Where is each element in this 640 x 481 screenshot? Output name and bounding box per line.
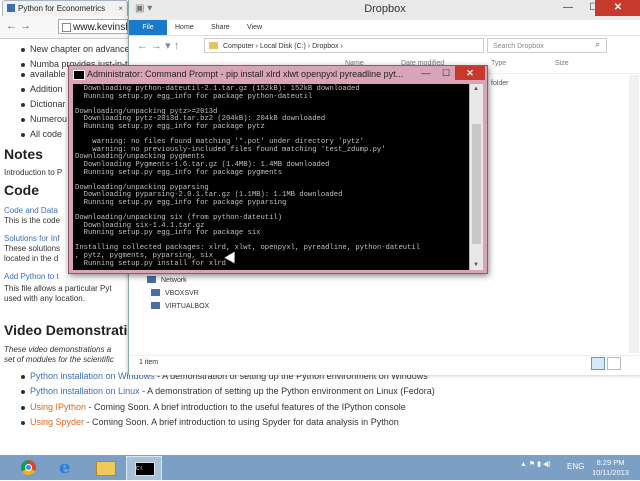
page-favicon-icon	[7, 4, 15, 12]
video-intro: set of modules for the scientific	[4, 355, 114, 364]
column-type[interactable]: Type	[491, 60, 506, 67]
back-forward-icon[interactable]: ← →	[6, 20, 31, 32]
tree-item-virtualbox[interactable]: VIRTUALBOX	[151, 302, 209, 310]
chrome-icon	[21, 460, 36, 475]
solutions-link[interactable]: Solutions for Inf	[4, 234, 60, 243]
code-text: This is the code	[4, 216, 61, 225]
search-input[interactable]: Search Dropbox	[487, 38, 607, 53]
solutions-text: These solutions	[4, 244, 61, 253]
language-indicator[interactable]: ENG	[567, 462, 584, 471]
clock-date: 10/11/2013	[592, 468, 629, 477]
video-desc: - Coming Soon. A brief introduction to t…	[86, 402, 406, 412]
command-prompt-icon: C:\	[135, 462, 155, 476]
console-icon[interactable]	[73, 70, 85, 80]
taskbar-file-explorer[interactable]	[88, 456, 122, 479]
command-prompt-window: Administrator: Command Prompt - pip inst…	[68, 65, 488, 274]
scrollbar[interactable]	[629, 75, 639, 353]
solutions-text: located in the d	[4, 254, 59, 263]
close-button[interactable]: ✕	[595, 0, 640, 16]
video-heading: Video Demonstration	[4, 322, 145, 338]
add-path-text: This file allows a particular Pyt	[4, 284, 112, 293]
cmd-title: Administrator: Command Prompt - pip inst…	[87, 69, 404, 79]
address-bar-url: www.kevinsheppard.com	[73, 22, 127, 33]
path-breadcrumb[interactable]: Computer › Local Disk (C:) › Dropbox ›	[204, 38, 484, 53]
list-item: New chapter on advanced	[21, 44, 135, 54]
path-text: Computer › Local Disk (C:) › Dropbox ›	[223, 43, 343, 50]
scroll-up-icon[interactable]: ▲	[473, 86, 479, 92]
network-icon	[147, 276, 156, 283]
tab-file[interactable]: File	[129, 20, 167, 35]
page-icon	[62, 23, 71, 32]
video-link[interactable]: Using Spyder	[30, 417, 84, 427]
internet-explorer-icon: e	[59, 457, 71, 478]
column-size[interactable]: Size	[555, 60, 569, 67]
nav-arrows-icon[interactable]: ← → ▾ ↑	[137, 39, 179, 52]
video-item: Using IPython - Coming Soon. A brief int…	[21, 402, 406, 412]
folder-icon	[209, 42, 218, 49]
minimize-button[interactable]: —	[555, 0, 581, 16]
video-intro: These video demonstrations a	[4, 345, 112, 354]
scroll-down-icon[interactable]: ▼	[473, 262, 479, 268]
tab-close-icon[interactable]: ×	[118, 1, 123, 17]
item-count: 1 item	[139, 359, 159, 366]
tree-item-network[interactable]: Network	[147, 276, 187, 284]
maximize-button[interactable]: ☐	[436, 66, 456, 80]
taskbar-chrome[interactable]	[12, 456, 46, 479]
video-item: Python installation on Linux - A demonst…	[21, 386, 435, 396]
search-icon[interactable]: ⌕	[595, 39, 600, 50]
video-item: Using Spyder - Coming Soon. A brief intr…	[21, 417, 399, 427]
list-item: All code	[20, 129, 63, 139]
taskbar-command-prompt[interactable]: C:\	[126, 456, 162, 481]
notes-heading: Notes	[4, 146, 43, 162]
file-type-cell: folder	[491, 80, 509, 87]
video-desc: - Coming Soon. A brief introduction to u…	[84, 417, 399, 427]
details-view-icon[interactable]	[591, 357, 605, 370]
list-item: Addition	[21, 84, 63, 94]
console-text: Downloading python-dateutil-2.1.tar.gz (…	[75, 85, 421, 268]
notes-text: Introduction to P	[4, 168, 63, 177]
add-path-link[interactable]: Add Python to t	[4, 272, 59, 281]
scroll-thumb[interactable]	[472, 124, 481, 244]
tree-item-label: Network	[161, 277, 187, 284]
status-bar	[129, 355, 640, 376]
ribbon-tabs: File Home Share View	[129, 20, 640, 36]
tab-view[interactable]: View	[247, 20, 262, 35]
scrollbar[interactable]: ▲ ▼	[470, 84, 483, 270]
code-data-link[interactable]: Code and Data	[4, 206, 58, 215]
tree-item-vboxsvr[interactable]: VBOXSVR	[151, 289, 199, 297]
notification-tray-icons[interactable]: ▲ ⚑ ▮ ◀)	[520, 460, 551, 468]
browser-tab[interactable]: Python for Econometrics ×	[2, 0, 128, 17]
video-link[interactable]: Using IPython	[30, 402, 86, 412]
tree-item-label: VBOXSVR	[165, 290, 199, 297]
browser-tab-title: Python for Econometrics	[18, 4, 106, 13]
minimize-button[interactable]: —	[416, 66, 436, 80]
console-output[interactable]: Downloading python-dateutil-2.1.tar.gz (…	[73, 84, 469, 270]
video-link[interactable]: Python installation on Linux	[30, 386, 140, 396]
taskbar-internet-explorer[interactable]: e	[50, 456, 84, 479]
code-heading: Code	[4, 182, 39, 198]
large-icons-view-icon[interactable]	[607, 357, 621, 370]
video-desc: - A demonstration of setting up the Pyth…	[139, 386, 435, 396]
tab-home[interactable]: Home	[175, 20, 194, 35]
list-item-continuation: available	[21, 69, 66, 79]
computer-icon	[151, 302, 160, 309]
clock-time: 8:29 PM	[596, 458, 625, 467]
add-path-text: used with any location.	[4, 294, 85, 303]
clock[interactable]: 8:29 PM 10/11/2013	[592, 458, 629, 478]
tree-item-label: VIRTUALBOX	[165, 303, 210, 310]
computer-icon	[151, 289, 160, 296]
list-item: Dictionar	[21, 99, 66, 109]
address-bar[interactable]: www.kevinsheppard.com	[58, 19, 128, 34]
folder-icon	[96, 461, 116, 476]
close-button[interactable]: ✕	[455, 66, 485, 80]
tab-share[interactable]: Share	[211, 20, 230, 35]
list-item: Numerou	[20, 114, 68, 124]
